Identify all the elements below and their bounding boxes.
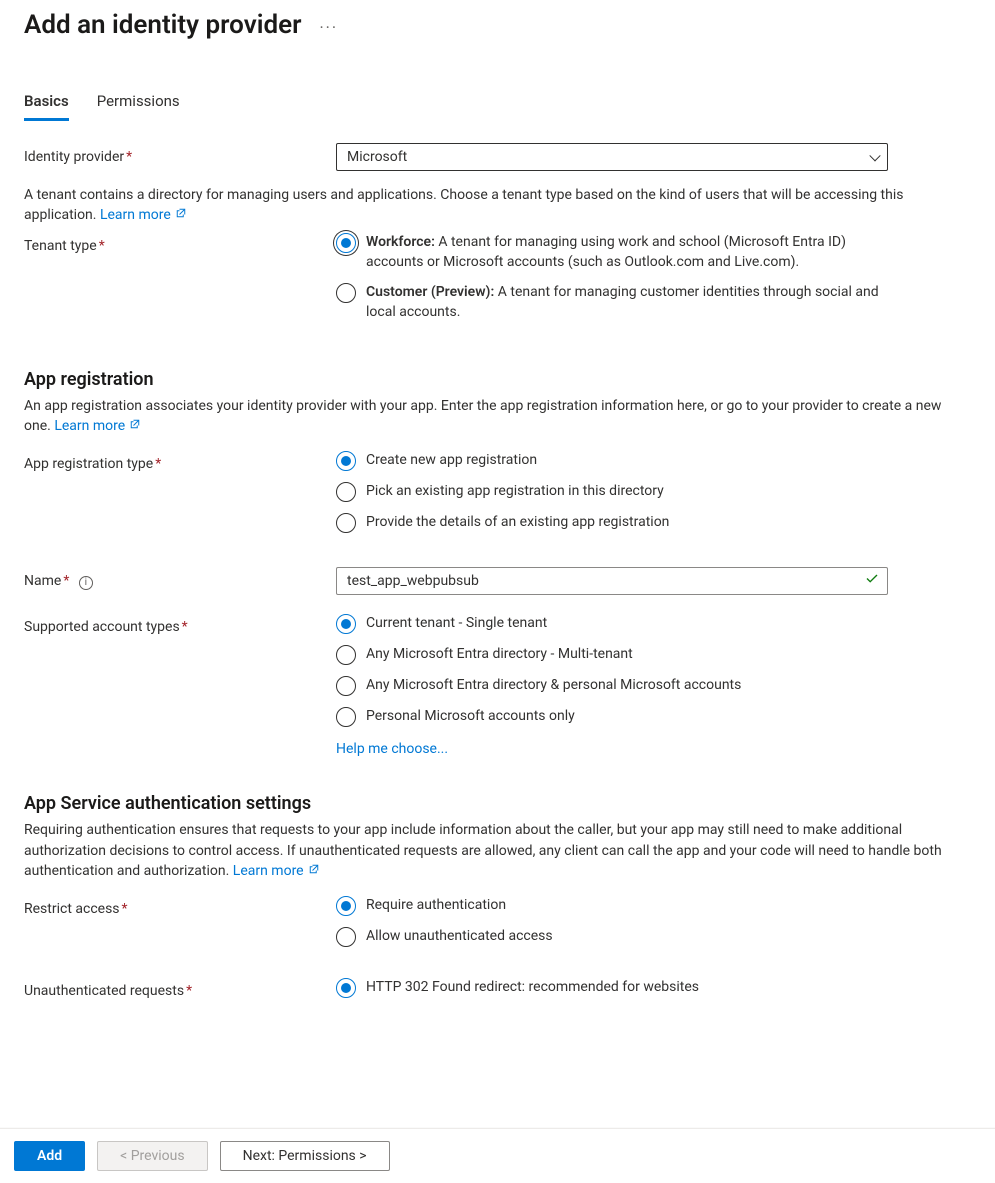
radio-icon [336,283,356,303]
required-asterisk-icon: * [186,983,192,999]
app-registration-type-label: App registration type* [24,450,336,472]
app-registration-intro: An app registration associates your iden… [24,396,971,437]
radio-icon [336,676,356,696]
radio-icon [336,927,356,947]
required-asterisk-icon: * [122,901,128,917]
app-registration-type-label-text: App registration type [24,456,153,472]
next-permissions-button[interactable]: Next: Permissions > [220,1141,390,1171]
account-type-single-label: Current tenant - Single tenant [366,613,547,633]
app-reg-type-provide-radio[interactable]: Provide the details of an existing app r… [336,512,888,533]
restrict-access-label: Restrict access* [24,895,336,917]
add-button[interactable]: Add [14,1141,85,1171]
identity-provider-value: Microsoft [347,149,407,165]
app-reg-type-pick-label: Pick an existing app registration in thi… [366,481,664,501]
help-me-choose-link[interactable]: Help me choose... [336,741,448,757]
app-registration-heading: App registration [24,369,971,390]
external-link-icon [175,205,185,215]
tenant-learn-more-text: Learn more [100,207,171,223]
account-type-multi-personal-label: Any Microsoft Entra directory & personal… [366,675,741,695]
more-icon[interactable]: ··· [319,18,338,37]
identity-provider-label-text: Identity provider [24,149,124,165]
name-label-text: Name [24,573,61,589]
radio-icon [336,513,356,533]
radio-icon [336,645,356,665]
app-registration-learn-more-text: Learn more [54,418,125,434]
required-asterisk-icon: * [126,149,132,165]
restrict-require-label: Require authentication [366,895,506,915]
auth-settings-intro: Requiring authentication ensures that re… [24,820,971,881]
app-registration-learn-more-link[interactable]: Learn more [54,418,139,434]
tabs: Basics Permissions [24,92,971,121]
account-type-multi-label: Any Microsoft Entra directory - Multi-te… [366,644,633,664]
required-asterisk-icon: * [99,238,105,254]
account-type-single-radio[interactable]: Current tenant - Single tenant [336,613,888,634]
page-title: Add an identity provider [24,10,301,40]
check-icon [864,570,880,590]
app-reg-type-pick-radio[interactable]: Pick an existing app registration in thi… [336,481,888,502]
account-type-personal-radio[interactable]: Personal Microsoft accounts only [336,706,888,727]
account-type-multi-personal-radio[interactable]: Any Microsoft Entra directory & personal… [336,675,888,696]
unauth-http302-radio[interactable]: HTTP 302 Found redirect: recommended for… [336,977,888,998]
required-asterisk-icon: * [155,456,161,472]
radio-icon [336,707,356,727]
tenant-type-workforce-radio[interactable]: Workforce: A tenant for managing using w… [336,232,888,273]
radio-icon [336,451,356,471]
auth-settings-intro-span: Requiring authentication ensures that re… [24,822,942,879]
unauth-requests-label: Unauthenticated requests* [24,977,336,999]
radio-icon [336,978,356,998]
tenant-type-workforce-label: Workforce: A tenant for managing using w… [366,232,888,273]
tenant-learn-more-link[interactable]: Learn more [100,207,185,223]
restrict-access-label-text: Restrict access [24,901,120,917]
auth-settings-heading: App Service authentication settings [24,793,971,814]
previous-button[interactable]: < Previous [97,1141,207,1171]
restrict-require-radio[interactable]: Require authentication [336,895,888,916]
auth-settings-learn-more-link[interactable]: Learn more [233,863,318,879]
unauth-http302-label: HTTP 302 Found redirect: recommended for… [366,977,699,997]
name-label: Name* i [24,567,336,590]
tenant-intro-text: A tenant contains a directory for managi… [24,185,971,226]
radio-icon [336,614,356,634]
tenant-workforce-title: Workforce: [366,234,435,250]
tab-basics[interactable]: Basics [24,92,69,121]
app-reg-type-create-label: Create new app registration [366,450,537,470]
chevron-down-icon [869,150,880,161]
external-link-icon [308,861,318,871]
footer-action-bar: Add < Previous Next: Permissions > [0,1128,995,1183]
name-input[interactable] [336,567,888,595]
tab-permissions[interactable]: Permissions [97,92,180,121]
account-type-multi-radio[interactable]: Any Microsoft Entra directory - Multi-te… [336,644,888,665]
tenant-type-customer-radio[interactable]: Customer (Preview): A tenant for managin… [336,282,888,323]
tenant-workforce-desc: A tenant for managing using work and sch… [366,234,846,270]
app-registration-intro-span: An app registration associates your iden… [24,398,941,434]
tenant-type-label: Tenant type* [24,232,336,254]
account-type-personal-label: Personal Microsoft accounts only [366,706,575,726]
external-link-icon [129,416,139,426]
auth-settings-learn-more-text: Learn more [233,863,304,879]
info-icon[interactable]: i [79,576,93,590]
identity-provider-select[interactable]: Microsoft [336,143,888,171]
unauth-requests-label-text: Unauthenticated requests [24,983,184,999]
identity-provider-label: Identity provider* [24,143,336,165]
restrict-allow-radio[interactable]: Allow unauthenticated access [336,926,888,947]
tenant-type-label-text: Tenant type [24,238,97,254]
required-asterisk-icon: * [182,619,188,635]
app-reg-type-create-radio[interactable]: Create new app registration [336,450,888,471]
radio-icon [336,482,356,502]
tenant-type-customer-label: Customer (Preview): A tenant for managin… [366,282,888,323]
required-asterisk-icon: * [63,573,69,589]
radio-icon [336,233,356,253]
radio-icon [336,896,356,916]
supported-account-types-label-text: Supported account types [24,619,180,635]
supported-account-types-label: Supported account types* [24,613,336,635]
app-reg-type-provide-label: Provide the details of an existing app r… [366,512,669,532]
tenant-customer-title: Customer (Preview): [366,284,494,300]
restrict-allow-label: Allow unauthenticated access [366,926,553,946]
